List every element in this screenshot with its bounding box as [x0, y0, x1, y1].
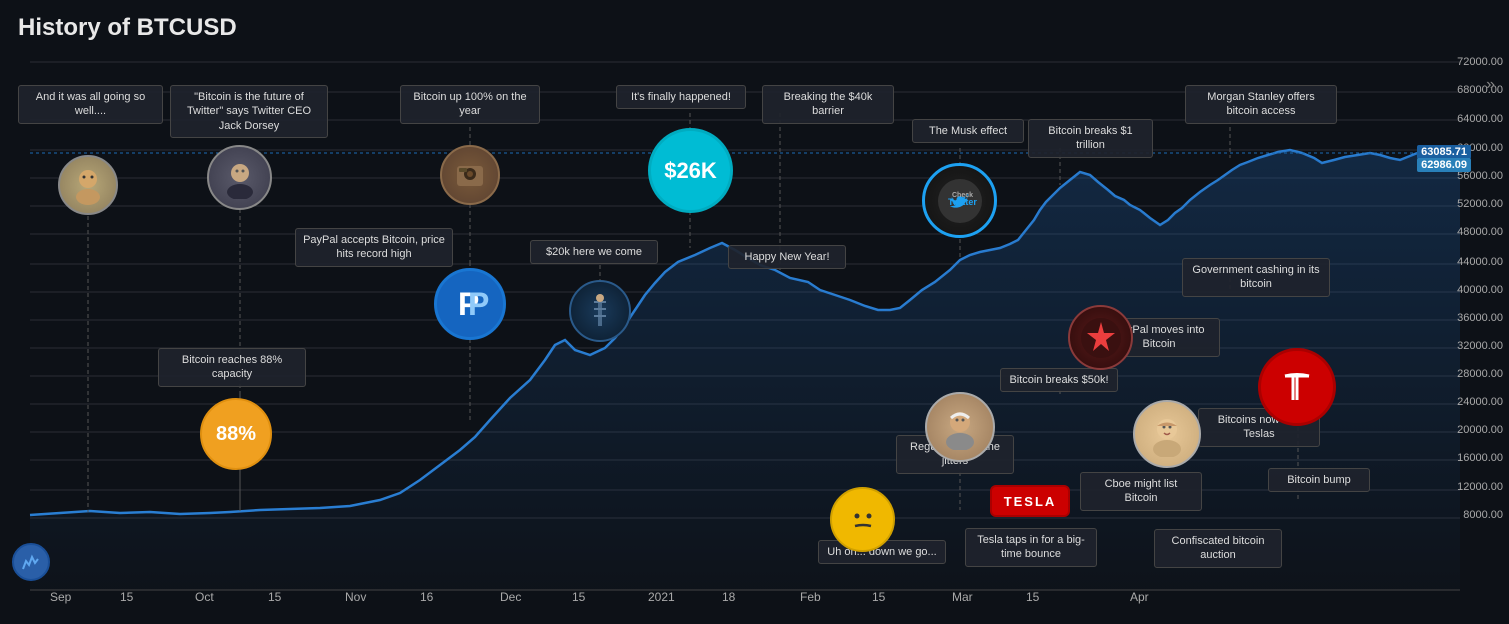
x-label-feb: Feb [800, 590, 821, 604]
annotation-finally: It's finally happened! [616, 85, 746, 109]
annotation-20k: $20k here we come [530, 240, 658, 264]
annotation-40k: Breaking the $40k barrier [762, 85, 894, 124]
y-label-72k: 72000.00 [1457, 56, 1503, 68]
event-circle-tesla: TESLA [990, 485, 1070, 517]
event-circle-woman [1133, 400, 1201, 468]
event-circle-dorsey [207, 145, 272, 210]
x-label-15b: 15 [268, 590, 281, 604]
event-circle-tesla-logo [1258, 348, 1336, 426]
page-title: History of BTCUSD [18, 14, 237, 42]
x-label-15a: 15 [120, 590, 133, 604]
event-circle-88pct: 88% [200, 398, 272, 470]
annotation-jack-dorsey: "Bitcoin is the future of Twitter" says … [170, 85, 328, 138]
svg-text:Check: Check [952, 192, 973, 199]
x-label-2021: 2021 [648, 590, 675, 604]
y-label-28k: 28000.00 [1457, 368, 1503, 380]
x-label-nov: Nov [345, 590, 366, 604]
chart-container: History of BTCUSD [0, 0, 1509, 624]
y-label-36k: 36000.00 [1457, 312, 1503, 324]
annotation-going-well: And it was all going so well.... [18, 85, 163, 124]
annotation-cboe: Cboe might list Bitcoin [1080, 472, 1202, 511]
event-circle-btcusd-logo [12, 543, 50, 581]
x-label-15d: 15 [872, 590, 885, 604]
y-label-12k: 12000.00 [1457, 481, 1503, 493]
x-label-sep: Sep [50, 590, 71, 604]
y-label-20k: 20000.00 [1457, 424, 1503, 436]
x-label-dec: Dec [500, 590, 521, 604]
y-label-68k: 68000.00 [1457, 84, 1503, 96]
event-circle-sad-emoji [830, 487, 895, 552]
x-label-15e: 15 [1026, 590, 1039, 604]
annotation-tesla-bounce: Tesla taps in for a big-time bounce [965, 528, 1097, 567]
x-label-16: 16 [420, 590, 433, 604]
x-label-15c: 15 [572, 590, 585, 604]
event-circle-twitter: Twitter Check [922, 163, 997, 238]
annotation-govt-cashing: Government cashing in its bitcoin [1182, 258, 1330, 297]
annotation-50k: Bitcoin breaks $50k! [1000, 368, 1118, 392]
event-circle-paypal: P P [434, 268, 506, 340]
event-circle-sep [58, 155, 118, 215]
x-label-apr: Apr [1130, 590, 1149, 604]
y-label-16k: 16000.00 [1457, 452, 1503, 464]
nav-forward-arrow[interactable]: » [1486, 76, 1495, 94]
event-circle-radio [440, 145, 500, 205]
svg-text:P: P [468, 286, 489, 322]
annotation-happy-new-year: Happy New Year! [728, 245, 846, 269]
annotation-confiscated: Confiscated bitcoin auction [1154, 529, 1282, 568]
event-circle-26k: $26K [648, 128, 733, 213]
event-circle-20k-person [569, 280, 631, 342]
annotation-morgan-stanley: Morgan Stanley offers bitcoin access [1185, 85, 1337, 124]
price-label-high: 63085.71 [1417, 145, 1471, 159]
y-label-52k: 52000.00 [1457, 198, 1503, 210]
y-label-44k: 44000.00 [1457, 256, 1503, 268]
price-label-low: 62986.09 [1417, 158, 1471, 172]
annotation-paypal-accepts: PayPal accepts Bitcoin, price hits recor… [295, 228, 453, 267]
y-label-48k: 48000.00 [1457, 226, 1503, 238]
annotation-1trillion: Bitcoin breaks $1 trillion [1028, 119, 1153, 158]
annotation-musk-effect: The Musk effect [912, 119, 1024, 143]
annotation-88pct: Bitcoin reaches 88% capacity [158, 348, 306, 387]
event-circle-yellen [925, 392, 995, 462]
x-label-oct: Oct [195, 590, 214, 604]
y-label-8k: 8000.00 [1463, 509, 1503, 521]
event-circle-paypal-moves [1068, 305, 1133, 370]
annotation-100pct: Bitcoin up 100% on the year [400, 85, 540, 124]
x-label-18: 18 [722, 590, 735, 604]
y-label-64k: 64000.00 [1457, 113, 1503, 125]
y-label-40k: 40000.00 [1457, 284, 1503, 296]
annotation-bump: Bitcoin bump [1268, 468, 1370, 492]
y-label-32k: 32000.00 [1457, 340, 1503, 352]
x-label-mar: Mar [952, 590, 973, 604]
y-label-24k: 24000.00 [1457, 396, 1503, 408]
